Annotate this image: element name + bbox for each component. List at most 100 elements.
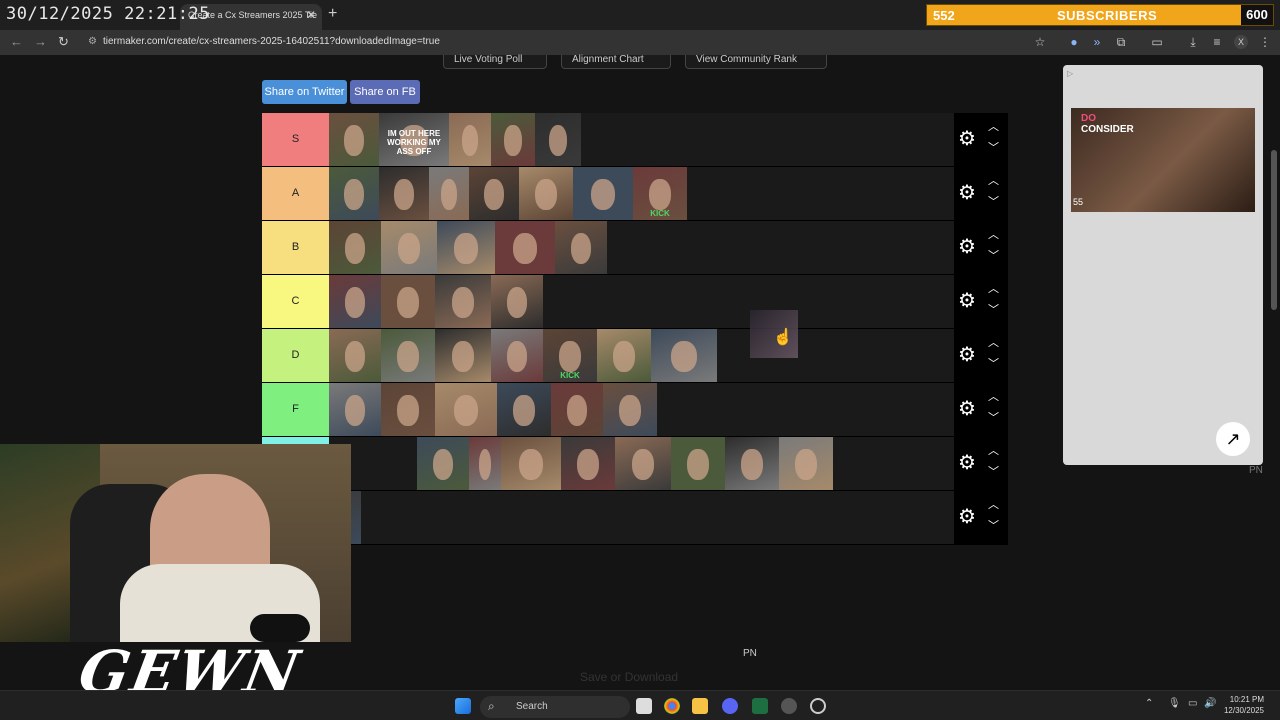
move-tier-up-icon[interactable]: ︿	[988, 499, 999, 511]
tier-item-thumbnail[interactable]: KICK	[543, 329, 597, 382]
share-fb-button[interactable]: Share on FB	[350, 80, 420, 104]
tier-item-thumbnail[interactable]	[597, 329, 651, 382]
tier-label[interactable]: B	[262, 221, 329, 274]
tier-item-thumbnail[interactable]	[651, 329, 717, 382]
tier-item-thumbnail[interactable]	[551, 383, 603, 436]
tier-item-thumbnail[interactable]	[381, 383, 435, 436]
tier-item-thumbnail[interactable]	[379, 167, 429, 220]
close-tab-icon[interactable]: ✕	[306, 8, 316, 22]
tier-settings-gear-icon[interactable]: ⚙	[958, 506, 976, 528]
extension-icon[interactable]: ●	[1067, 35, 1081, 49]
taskbar-time[interactable]: 10:21 PM	[1230, 695, 1264, 704]
address-bar[interactable]: ⚙ tiermaker.com/create/cx-streamers-2025-…	[80, 33, 1060, 52]
tier-item-thumbnail[interactable]	[437, 221, 495, 274]
tier-item-thumbnail[interactable]	[469, 437, 501, 490]
tier-item-thumbnail[interactable]	[435, 329, 491, 382]
move-tier-up-icon[interactable]: ︿	[988, 337, 999, 349]
taskbar-date[interactable]: 12/30/2025	[1224, 706, 1264, 715]
tier-settings-gear-icon[interactable]: ⚙	[958, 452, 976, 474]
forward-icon[interactable]: →	[34, 34, 47, 49]
tier-item-thumbnail[interactable]	[615, 437, 671, 490]
move-tier-down-icon[interactable]: ﹀	[988, 358, 999, 370]
tier-item-thumbnail[interactable]	[429, 167, 469, 220]
tier-item-thumbnail[interactable]	[561, 437, 615, 490]
tier-item-thumbnail[interactable]	[555, 221, 607, 274]
app-icon[interactable]	[781, 698, 797, 714]
microphone-icon[interactable]: 🎙	[1168, 698, 1181, 709]
tier-settings-gear-icon[interactable]: ⚙	[958, 128, 976, 150]
tier-item-thumbnail[interactable]	[435, 275, 491, 328]
tier-item-thumbnail[interactable]	[501, 437, 561, 490]
tier-item-thumbnail[interactable]	[779, 437, 833, 490]
site-info-icon[interactable]: ⚙	[88, 36, 97, 47]
move-tier-down-icon[interactable]: ﹀	[988, 250, 999, 262]
tier-item-thumbnail[interactable]	[449, 113, 491, 166]
task-view-icon[interactable]	[636, 698, 652, 714]
file-explorer-icon[interactable]	[692, 698, 708, 714]
page-scrollbar[interactable]	[1271, 150, 1277, 310]
menu-icon[interactable]: ⋮	[1258, 35, 1272, 49]
windows-start-icon[interactable]	[455, 698, 471, 714]
move-tier-up-icon[interactable]: ︿	[988, 445, 999, 457]
tier-label[interactable]: D	[262, 329, 329, 382]
tier-item-thumbnail[interactable]	[603, 383, 657, 436]
tier-item-thumbnail[interactable]	[573, 167, 633, 220]
read-aloud-icon[interactable]: »	[1090, 35, 1104, 49]
tier-item-thumbnail[interactable]	[329, 113, 379, 166]
tier-item-thumbnail[interactable]	[495, 221, 555, 274]
tier-label[interactable]: F	[262, 383, 329, 436]
community-rank-link[interactable]: View Community Rank	[685, 55, 827, 69]
tier-item-thumbnail[interactable]	[535, 113, 581, 166]
tier-item-thumbnail[interactable]	[491, 275, 543, 328]
move-tier-up-icon[interactable]: ︿	[988, 283, 999, 295]
tray-chevron-icon[interactable]: ⌃	[1145, 698, 1153, 709]
tier-item-thumbnail[interactable]	[329, 383, 381, 436]
move-tier-up-icon[interactable]: ︿	[988, 121, 999, 133]
tier-item-thumbnail[interactable]: IM OUT HERE WORKING MY ASS OFF	[379, 113, 449, 166]
ad-panel[interactable]: ▷ DO CONSIDER 55 ↗	[1063, 65, 1263, 465]
tier-label[interactable]: S	[262, 113, 329, 166]
tier-item-thumbnail[interactable]	[329, 221, 381, 274]
tier-item-thumbnail[interactable]	[519, 167, 573, 220]
excel-icon[interactable]	[752, 698, 768, 714]
live-voting-poll-link[interactable]: Live Voting Poll	[443, 55, 547, 69]
volume-icon[interactable]: 🔊	[1204, 698, 1216, 709]
ad-choices-icon[interactable]: ▷	[1067, 69, 1073, 78]
reload-icon[interactable]: ↻	[58, 34, 69, 50]
tier-item-thumbnail[interactable]	[381, 221, 437, 274]
tier-item-thumbnail[interactable]	[435, 383, 497, 436]
tier-item-thumbnail[interactable]	[329, 329, 381, 382]
tier-settings-gear-icon[interactable]: ⚙	[958, 398, 976, 420]
tier-item-thumbnail[interactable]	[491, 329, 543, 382]
new-tab-icon[interactable]: +	[328, 5, 337, 23]
bookmark-star-icon[interactable]: ☆	[1033, 35, 1047, 49]
tier-item-thumbnail[interactable]: KICK	[633, 167, 687, 220]
tier-settings-gear-icon[interactable]: ⚙	[958, 344, 976, 366]
tier-item-thumbnail[interactable]	[329, 275, 381, 328]
reading-list-icon[interactable]: ≡	[1210, 35, 1224, 49]
tier-label[interactable]: A	[262, 167, 329, 220]
tier-item-thumbnail[interactable]	[329, 167, 379, 220]
tier-item-thumbnail[interactable]	[469, 167, 519, 220]
download-icon[interactable]: ⤓	[1186, 35, 1200, 49]
move-tier-down-icon[interactable]: ﹀	[988, 412, 999, 424]
tier-settings-gear-icon[interactable]: ⚙	[958, 182, 976, 204]
chrome-icon[interactable]	[664, 698, 680, 714]
clock-app-icon[interactable]	[810, 698, 826, 714]
tier-settings-gear-icon[interactable]: ⚙	[958, 290, 976, 312]
move-tier-up-icon[interactable]: ︿	[988, 391, 999, 403]
extensions-puzzle-icon[interactable]: ⧉	[1114, 35, 1128, 49]
move-tier-down-icon[interactable]: ﹀	[988, 196, 999, 208]
profile-avatar[interactable]: X	[1234, 35, 1248, 49]
open-external-icon[interactable]: ↗	[1216, 422, 1250, 456]
tier-item-thumbnail[interactable]	[491, 113, 535, 166]
tier-item-thumbnail[interactable]	[381, 275, 435, 328]
tier-item-thumbnail[interactable]	[381, 329, 435, 382]
tier-settings-gear-icon[interactable]: ⚙	[958, 236, 976, 258]
tier-item-thumbnail[interactable]	[671, 437, 725, 490]
tier-item-thumbnail[interactable]	[497, 383, 551, 436]
discord-icon[interactable]	[722, 698, 738, 714]
move-tier-up-icon[interactable]: ︿	[988, 175, 999, 187]
network-icon[interactable]: ▭	[1188, 698, 1197, 709]
back-icon[interactable]: ←	[10, 34, 23, 49]
